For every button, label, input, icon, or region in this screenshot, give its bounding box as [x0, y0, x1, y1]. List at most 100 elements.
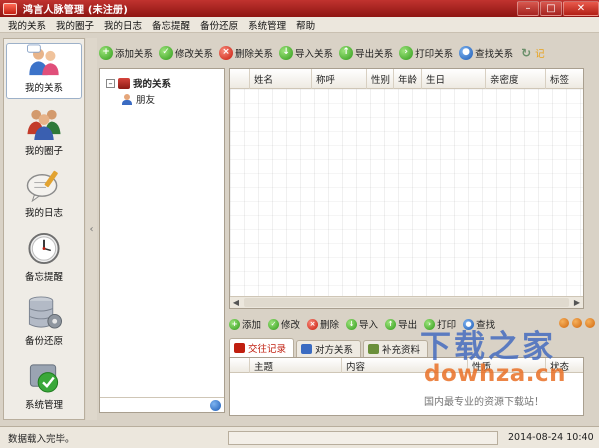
import-icon: ↓: [346, 318, 358, 330]
menu-item-help[interactable]: 帮助: [292, 18, 321, 32]
menu-bar: 我的关系 我的圈子 我的日志 备忘提醒 备份还原 系统管理 帮助: [0, 17, 599, 33]
add-icon: +: [229, 318, 240, 330]
scroll-left-icon[interactable]: ◀: [230, 297, 242, 308]
import-icon: ↓: [279, 45, 294, 60]
scroll-right-icon[interactable]: ▶: [571, 297, 583, 308]
tree-node-friends[interactable]: 朋友: [122, 92, 155, 106]
delete-record-button[interactable]: × 删除: [307, 317, 339, 331]
tree-node-root[interactable]: – 我的关系: [106, 76, 171, 90]
person-icon: [122, 93, 133, 105]
grid-body[interactable]: [230, 89, 583, 296]
menu-item-relations[interactable]: 我的关系: [4, 18, 52, 32]
people-icon: [27, 44, 59, 76]
column-header-intimacy[interactable]: 亲密度: [486, 69, 546, 89]
find-relation-button[interactable]: ● 查找关系: [459, 45, 513, 60]
button-label: 导入: [359, 320, 379, 331]
panel-splitter[interactable]: ‹: [86, 38, 97, 420]
column-header-name[interactable]: 姓名: [250, 69, 312, 89]
add-icon: +: [99, 45, 113, 60]
tab-label: 对方关系: [315, 345, 354, 356]
row-header-cell: [230, 358, 250, 373]
clock-icon: [28, 232, 60, 265]
tree-footer: [100, 397, 224, 412]
nav-item-reminders[interactable]: 备忘提醒: [6, 231, 82, 287]
column-header-gender[interactable]: 性别: [367, 69, 394, 89]
folder-icon: [118, 77, 130, 89]
check-icon: ✓: [268, 318, 280, 330]
grid-header: 姓名 称呼 性别 年龄 生日 亲密度 标签: [230, 69, 583, 89]
column-header-birthday[interactable]: 生日: [422, 69, 486, 89]
database-icon: [28, 296, 62, 329]
column-header-tags[interactable]: 标签: [546, 69, 583, 89]
minimize-icon[interactable]: –: [517, 1, 539, 16]
button-label: 导出关系: [355, 48, 394, 60]
export-icon: ↑: [385, 318, 397, 330]
button-label: 修改关系: [175, 48, 214, 60]
print-icon: ›: [399, 45, 414, 60]
watermark-tagline: 国内最专业的资源下载站！: [424, 397, 544, 408]
column-header-age[interactable]: 年龄: [394, 69, 422, 89]
print-relation-button[interactable]: › 打印关系: [399, 45, 454, 60]
button-label: 添加: [242, 320, 262, 331]
refresh-icon: ↻: [521, 45, 532, 60]
menu-item-journal[interactable]: 我的日志: [100, 18, 148, 32]
status-message: 数据载入完毕。: [8, 433, 75, 445]
column-header-subject[interactable]: 主题: [250, 358, 342, 373]
info-chart-icon: [368, 344, 380, 354]
edit-relation-button[interactable]: ✓ 修改关系: [159, 45, 214, 60]
relations-grid: 姓名 称呼 性别 年龄 生日 亲密度 标签 ◀ ▶: [229, 68, 584, 309]
add-record-button[interactable]: + 添加: [229, 317, 261, 331]
maximize-icon[interactable]: □: [540, 1, 562, 16]
collapse-tree-icon[interactable]: –: [106, 78, 115, 88]
record-button[interactable]: ↻ 记: [519, 46, 545, 60]
horizontal-scrollbar[interactable]: ◀ ▶: [230, 296, 583, 308]
status-progress: [228, 430, 498, 445]
tab-their-relations[interactable]: 对方关系: [296, 340, 362, 357]
menu-item-reminders[interactable]: 备忘提醒: [148, 18, 196, 32]
export-relation-button[interactable]: ↑ 导出关系: [339, 45, 394, 60]
nav-label: 我的圈子: [24, 146, 63, 157]
import-record-button[interactable]: ↓ 导入: [346, 317, 378, 331]
nav-item-system[interactable]: 系统管理: [6, 359, 82, 415]
notes-icon: [26, 170, 58, 202]
nav-item-relations[interactable]: 我的关系: [6, 43, 82, 99]
power-icon[interactable]: [210, 400, 221, 411]
button-label: 添加关系: [115, 48, 154, 60]
tab-contact-log[interactable]: 交往记录: [229, 338, 295, 357]
nav-label: 备份还原: [24, 336, 63, 347]
button-label: 删除关系: [235, 48, 274, 60]
menu-item-backup[interactable]: 备份还原: [196, 18, 244, 32]
nav-item-circles[interactable]: 我的圈子: [6, 105, 82, 161]
export-icon: ↑: [339, 45, 354, 60]
button-label: 打印关系: [415, 48, 454, 60]
add-relation-button[interactable]: + 添加关系: [99, 45, 154, 60]
column-header-title[interactable]: 称呼: [312, 69, 367, 89]
menu-item-circles[interactable]: 我的圈子: [52, 18, 100, 32]
app-logo-icon: [3, 2, 17, 15]
settings-check-icon: [29, 364, 59, 393]
collapse-arrow-icon[interactable]: ‹: [90, 224, 94, 235]
menu-item-system[interactable]: 系统管理: [244, 18, 292, 32]
edit-record-button[interactable]: ✓ 修改: [268, 317, 300, 331]
import-relation-button[interactable]: ↓ 导入关系: [279, 45, 333, 60]
nav-item-backup[interactable]: 备份还原: [6, 295, 82, 351]
window-title: 鸿言人脉管理 (未注册): [23, 5, 129, 16]
window-controls: – □ ✕: [516, 0, 599, 17]
button-label: 修改: [281, 320, 301, 331]
status-bar: 数据载入完毕。 2014-08-24 10:40: [0, 426, 599, 448]
delete-icon: ×: [307, 318, 319, 330]
tree-node-label: 我的关系: [133, 79, 172, 90]
close-icon[interactable]: ✕: [563, 1, 599, 16]
delete-relation-button[interactable]: × 删除关系: [219, 45, 274, 60]
scroll-track[interactable]: [244, 298, 569, 307]
main-toolbar: + 添加关系 ✓ 修改关系 × 删除关系 ↓ 导入关系 ↑ 导出关系 › 打印关…: [99, 39, 599, 66]
group-icon: [27, 109, 61, 140]
watermark-url: dowhza.cn: [424, 361, 567, 387]
delete-icon: ×: [219, 45, 234, 60]
button-label: 删除: [320, 320, 340, 331]
nav-label: 系统管理: [24, 400, 63, 411]
contact-log-icon: [234, 343, 245, 353]
nav-item-journal[interactable]: 我的日志: [6, 167, 82, 223]
watermark-title: 下载之家: [420, 329, 556, 365]
relations-icon: [301, 344, 313, 354]
